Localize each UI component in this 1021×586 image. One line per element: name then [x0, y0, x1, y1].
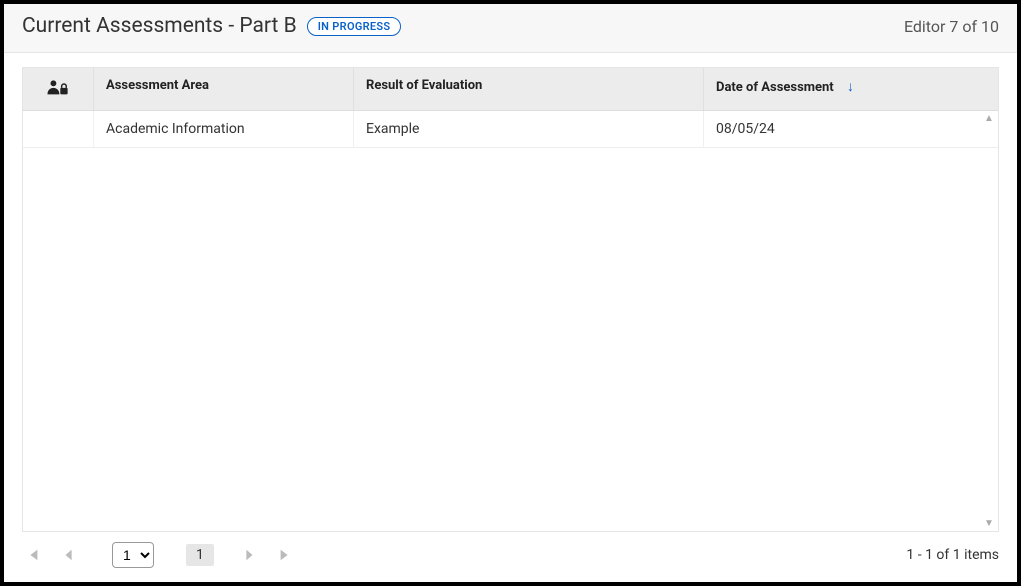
pager: 1 1 1 - 1 of 1 items [4, 532, 1017, 582]
column-header-date[interactable]: Date of Assessment ↓ [703, 68, 998, 110]
scroll-down-icon[interactable]: ▼ [982, 518, 996, 529]
pager-summary: 1 - 1 of 1 items [906, 547, 999, 563]
column-header-date-label: Date of Assessment [716, 80, 834, 95]
pager-next-button[interactable] [238, 544, 260, 566]
cell-result: Example [353, 111, 703, 147]
content-area: Assessment Area Result of Evaluation Dat… [4, 53, 1017, 532]
sort-asc-icon: ↓ [847, 79, 854, 95]
cell-lock [23, 111, 93, 147]
person-lock-icon [47, 78, 69, 100]
table-body: Academic Information Example 08/05/24 ▲ … [23, 111, 998, 531]
page-title: Current Assessments - Part B [22, 14, 297, 38]
page-select[interactable]: 1 [112, 542, 154, 568]
table-header-row: Assessment Area Result of Evaluation Dat… [23, 68, 998, 111]
editor-header: Current Assessments - Part B IN PROGRESS… [4, 4, 1017, 53]
pager-first-button[interactable] [22, 544, 44, 566]
column-header-lock[interactable] [23, 68, 93, 110]
pager-controls: 1 1 [22, 542, 296, 568]
current-page-indicator[interactable]: 1 [186, 544, 214, 566]
scroll-up-icon[interactable]: ▲ [982, 113, 996, 124]
header-left: Current Assessments - Part B IN PROGRESS [22, 14, 401, 38]
table-row[interactable]: Academic Information Example 08/05/24 [23, 111, 998, 148]
assessments-table: Assessment Area Result of Evaluation Dat… [22, 67, 999, 532]
column-header-area[interactable]: Assessment Area [93, 68, 353, 110]
app-frame: Current Assessments - Part B IN PROGRESS… [0, 0, 1021, 586]
editor-progress: Editor 7 of 10 [904, 17, 999, 36]
pager-prev-button[interactable] [58, 544, 80, 566]
column-header-result[interactable]: Result of Evaluation [353, 68, 703, 110]
status-badge: IN PROGRESS [307, 17, 402, 36]
cell-date: 08/05/24 [703, 111, 998, 147]
cell-area: Academic Information [93, 111, 353, 147]
pager-last-button[interactable] [274, 544, 296, 566]
